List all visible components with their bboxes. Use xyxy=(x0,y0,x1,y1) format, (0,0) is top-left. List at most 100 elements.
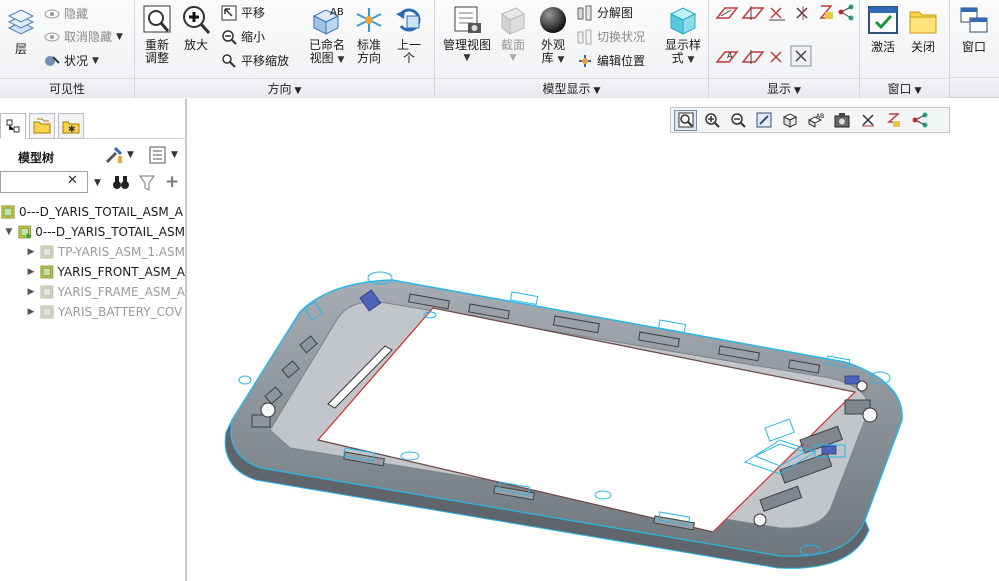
expand-arrow-icon[interactable]: ▶ xyxy=(26,242,36,262)
graphics-area[interactable] xyxy=(189,99,999,581)
tree-node-root[interactable]: 0---D_YARIS_TOTAIL_ASM_A xyxy=(0,202,185,222)
display-style-label: 显示样 式 xyxy=(664,38,701,65)
windows-icon xyxy=(960,7,988,33)
sphere-icon xyxy=(540,7,566,33)
model-tree-title: 模型树 xyxy=(18,151,55,165)
exploded-view-label: 分解图 xyxy=(597,6,634,20)
zoom-out-icon[interactable] xyxy=(726,110,749,131)
edit-position-button[interactable]: 编辑位置 xyxy=(577,51,645,71)
zoom-out-button[interactable]: 缩小 xyxy=(221,27,265,47)
tab-favorites[interactable]: ✱ xyxy=(58,113,84,139)
pan-button[interactable]: 平移 xyxy=(221,3,265,23)
activate-button[interactable]: 激活 xyxy=(864,4,902,54)
show-columns-button[interactable]: ▼ xyxy=(148,145,178,165)
expand-arrow-icon[interactable]: ▶ xyxy=(26,282,36,302)
collapse-arrow-icon[interactable]: ▼ xyxy=(4,222,14,242)
status-button[interactable]: 状况 ▼ xyxy=(44,51,99,71)
zoom-out-label: 缩小 xyxy=(241,30,266,44)
refit-label: 重新 调整 xyxy=(144,38,169,65)
window-group-label: 窗口 ▼ xyxy=(860,78,949,98)
activate-label: 激活 xyxy=(870,40,895,54)
search-dropdown-icon[interactable]: ▼ xyxy=(94,178,101,188)
expand-arrow-icon[interactable]: ▶ xyxy=(26,262,36,282)
tree-node-front-asm[interactable]: ▶ YARIS_FRONT_ASM_A xyxy=(0,262,185,282)
eye-icon xyxy=(44,32,60,42)
windows-label: 窗口 xyxy=(961,40,986,54)
datum-axes-icon[interactable] xyxy=(856,110,879,131)
section-button[interactable]: 截面 ▼ xyxy=(497,4,529,65)
chevron-down-icon: ▼ xyxy=(116,32,123,42)
chevron-down-icon: ▼ xyxy=(92,56,99,66)
pan-zoom-label: 平移缩放 xyxy=(241,54,290,68)
folder-browser-icon xyxy=(33,118,51,134)
tree-node-frame-asm[interactable]: ▶ YARIS_FRAME_ASM_A xyxy=(0,282,185,302)
svg-text:A: A xyxy=(727,51,733,60)
refit-button[interactable]: 重新 调整 xyxy=(139,4,175,65)
tab-folder-browser[interactable] xyxy=(29,113,55,139)
tree-node-battery-cover[interactable]: ▶ YARIS_BATTERY_COV xyxy=(0,302,185,322)
ribbon: 层 隐藏 取消隐藏 ▼ 状况 ▼ 可见性 重新 调整 放大 平移 缩小 平移缩放… xyxy=(0,0,999,98)
close-window-button[interactable]: 关闭 xyxy=(904,4,942,54)
folder-icon xyxy=(909,11,937,34)
toggle-status-button[interactable]: 切换状况 xyxy=(577,27,645,47)
pan-zoom-button[interactable]: 平移缩放 xyxy=(221,51,289,71)
standard-orientation-label: 标准 方向 xyxy=(356,38,381,65)
display-style-button[interactable]: 显示样 式 ▼ xyxy=(661,4,705,67)
hide-button[interactable]: 隐藏 xyxy=(44,4,88,24)
refit-icon[interactable] xyxy=(674,109,697,131)
binoculars-icon[interactable] xyxy=(112,174,130,190)
zoom-in-button[interactable]: 放大 xyxy=(179,4,213,52)
view-toolbar: AB xyxy=(670,107,950,133)
section-label: 截面 xyxy=(500,38,525,52)
tree-node-label: TP-YARIS_ASM_1.ASM xyxy=(57,245,185,259)
assembly-inactive-icon xyxy=(40,245,54,259)
display-style-icon[interactable] xyxy=(830,110,853,131)
expand-arrow-icon[interactable]: ▶ xyxy=(26,302,36,322)
tree-node-label: 0---D_YARIS_TOTAIL_ASM xyxy=(35,225,185,239)
layer-button[interactable]: 层 xyxy=(4,6,38,56)
manage-views-button[interactable]: 管理视图 ▼ xyxy=(439,4,495,65)
zoom-in-icon[interactable] xyxy=(700,110,723,131)
repaint-icon[interactable] xyxy=(752,110,775,131)
saved-views-button[interactable]: AB 已命名 视图 ▼ xyxy=(305,4,349,67)
datum-csys-icon[interactable] xyxy=(908,110,931,131)
standard-orientation-icon xyxy=(356,8,382,32)
unhide-label: 取消隐藏 xyxy=(64,30,113,44)
windows-button[interactable]: 窗口 xyxy=(954,4,994,54)
previous-view-button[interactable]: 上一 个 xyxy=(391,4,427,65)
add-column-icon[interactable]: + xyxy=(165,172,179,192)
edit-position-label: 编辑位置 xyxy=(597,54,646,68)
frame-model[interactable] xyxy=(189,99,999,581)
orientation-cube-icon[interactable] xyxy=(778,110,801,131)
status-icon xyxy=(45,56,60,66)
appearance-gallery-button[interactable]: 外观 库 ▼ xyxy=(535,4,571,67)
unhide-button[interactable]: 取消隐藏 ▼ xyxy=(44,27,123,47)
zoom-out-icon xyxy=(222,30,237,45)
visibility-group: 层 隐藏 取消隐藏 ▼ 状况 ▼ 可见性 xyxy=(0,0,135,98)
standard-orientation-button[interactable]: 标准 方向 xyxy=(351,4,387,65)
datum-points-icon[interactable] xyxy=(882,110,905,131)
show-group-label: 显示 ▼ xyxy=(709,78,859,98)
tab-model-tree[interactable] xyxy=(0,113,26,139)
assembly-icon xyxy=(1,205,15,219)
tree-settings-button[interactable]: ▼ xyxy=(104,145,134,165)
tools-icon xyxy=(105,146,123,164)
axis-tag-icon xyxy=(741,50,765,64)
assembly-inactive-icon xyxy=(40,285,54,299)
point-tag-icon xyxy=(796,6,808,20)
chevron-down-icon: ▼ xyxy=(337,55,345,65)
edit-position-icon xyxy=(579,55,591,67)
tree-node-sub-assembly[interactable]: ▼ 0---D_YARIS_TOTAIL_ASM xyxy=(0,222,185,242)
saved-views-icon[interactable]: AB xyxy=(804,110,827,131)
exploded-view-button[interactable]: 分解图 xyxy=(577,3,633,23)
clear-search-icon[interactable]: ✕ xyxy=(67,173,78,188)
chevron-down-icon: ▼ xyxy=(794,86,801,96)
manage-views-label: 管理视图 xyxy=(442,38,491,52)
tree-node-tp-asm[interactable]: ▶ TP-YARIS_ASM_1.ASM xyxy=(0,242,185,262)
close-window-label: 关闭 xyxy=(910,40,935,54)
chevron-down-icon: ▼ xyxy=(463,53,471,63)
spin-center-icon xyxy=(838,4,854,21)
filter-icon[interactable] xyxy=(139,175,155,191)
zoom-in-label: 放大 xyxy=(183,38,208,52)
status-label: 状况 xyxy=(64,54,89,68)
